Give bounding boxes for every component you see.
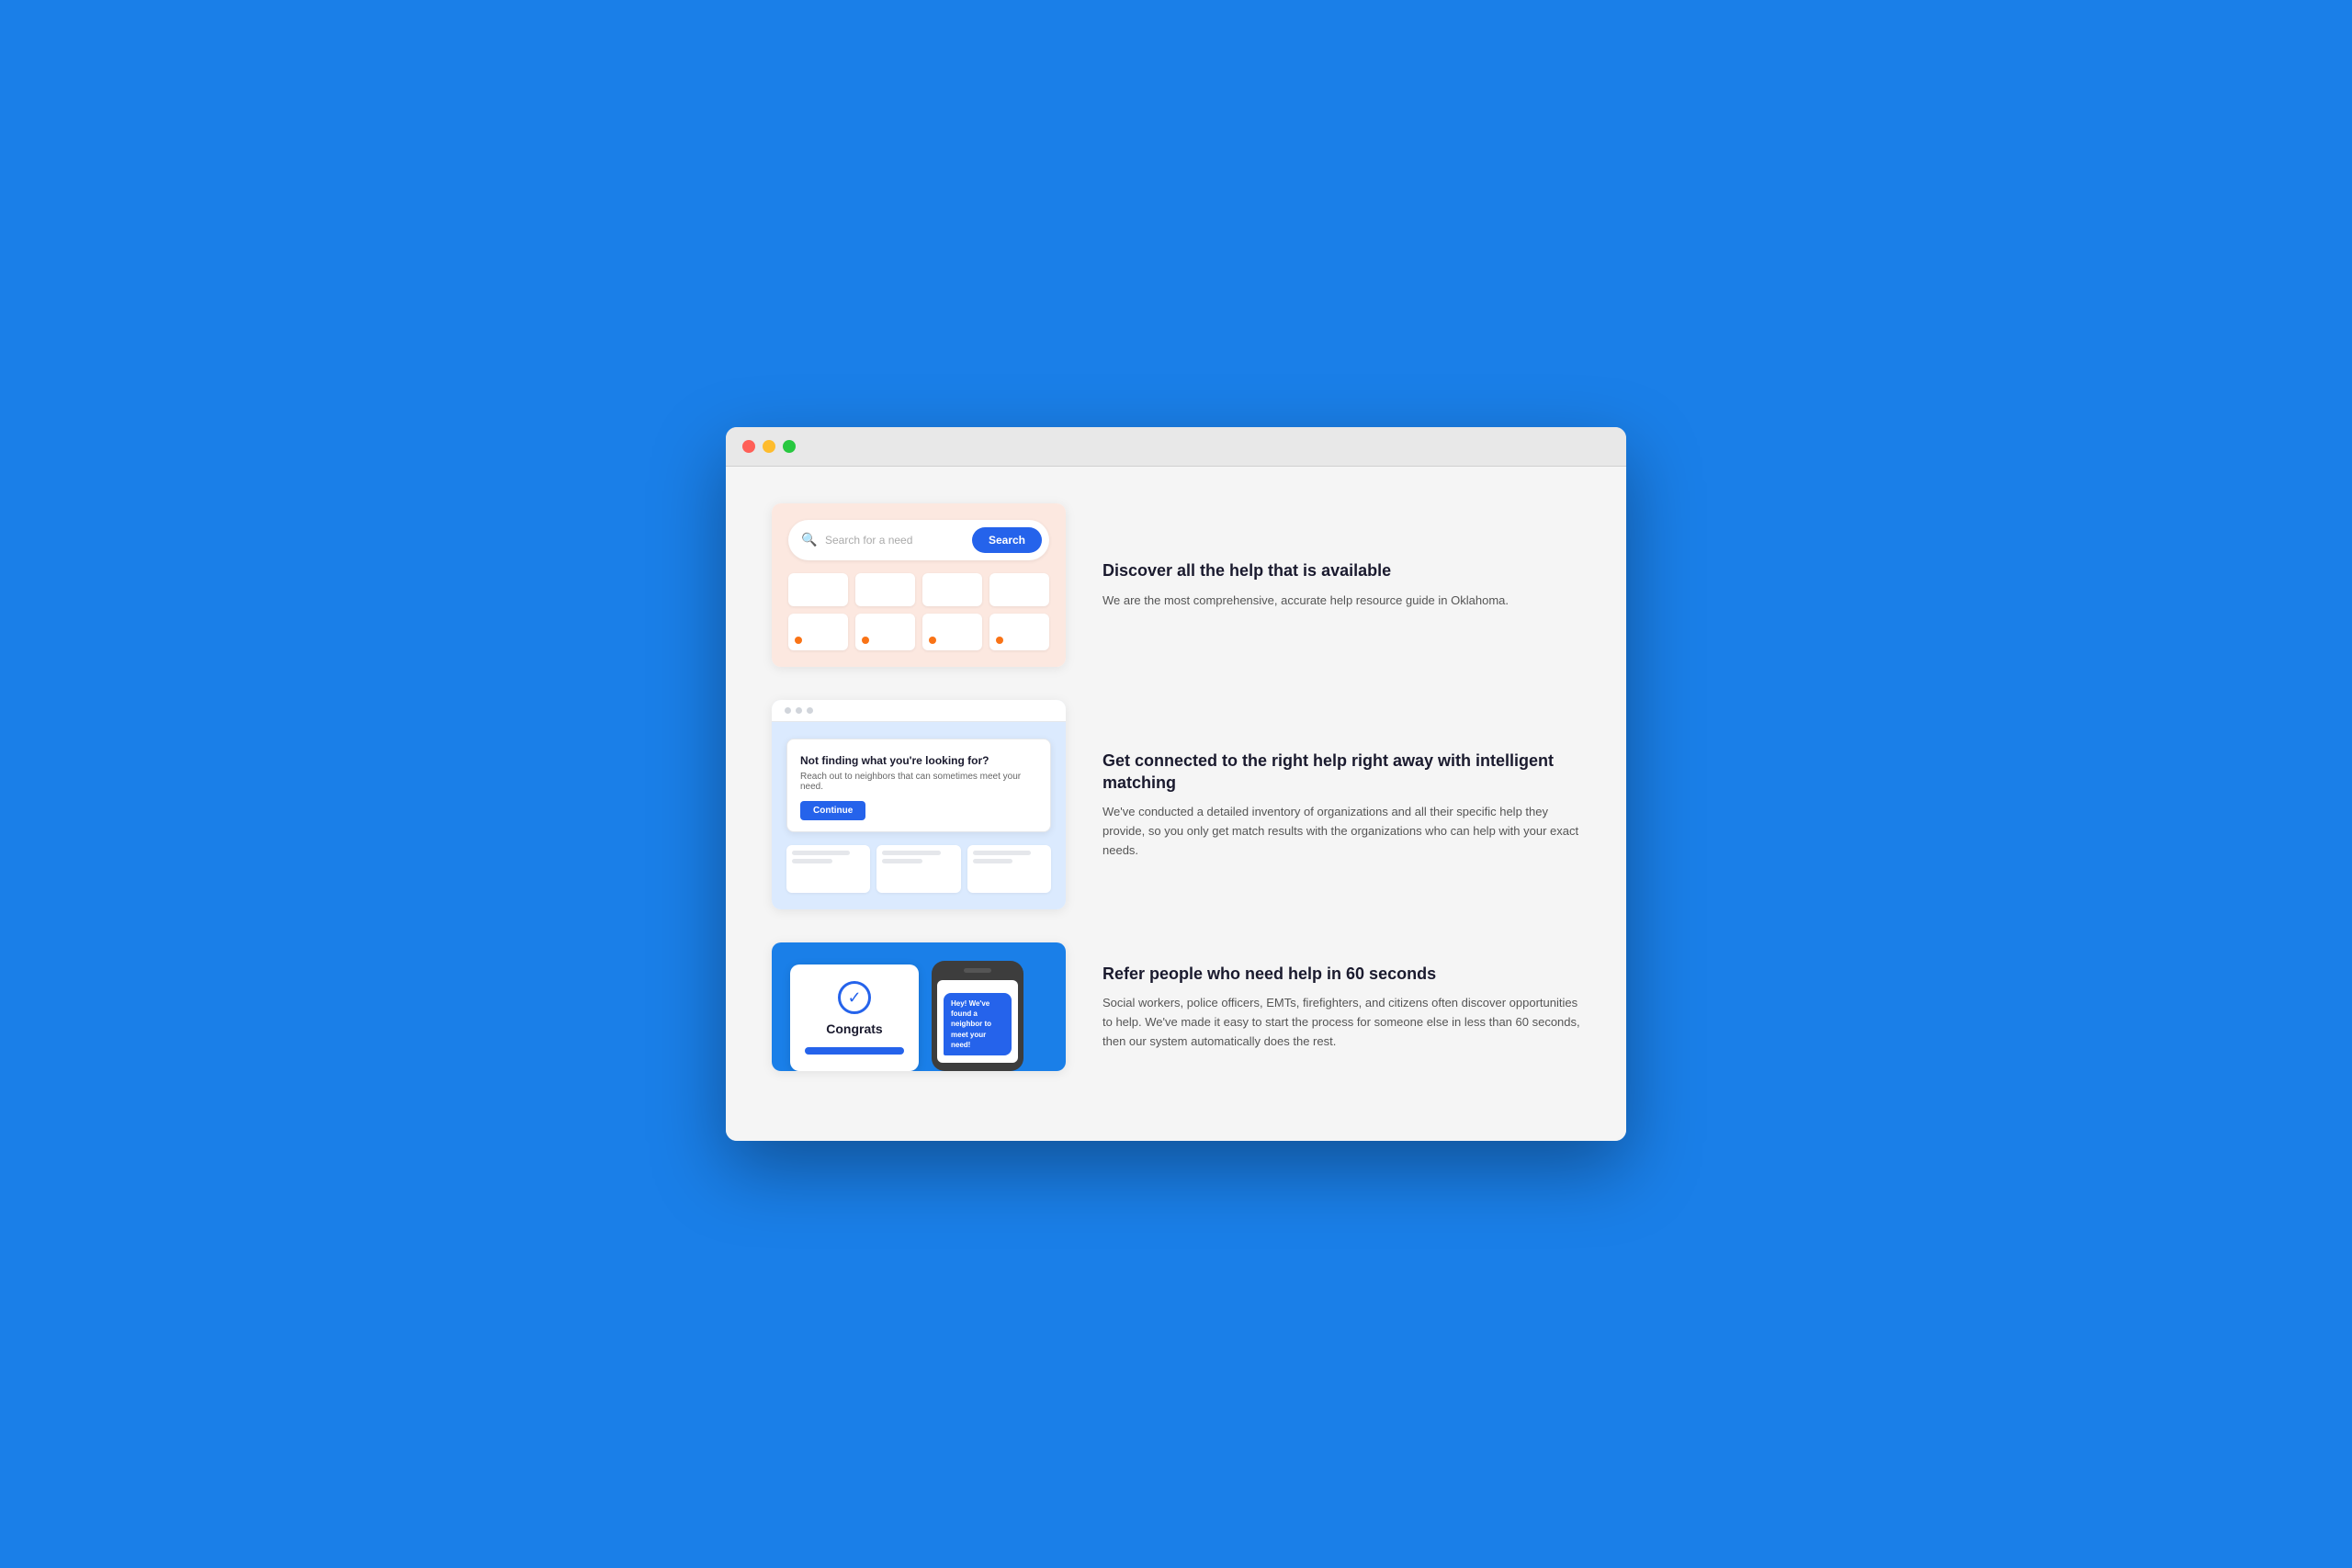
result-line	[973, 851, 1031, 855]
result-cards	[786, 845, 1051, 893]
category-card[interactable]	[788, 573, 848, 606]
phone-mockup: Hey! We've found a neighbor to meet your…	[932, 961, 1023, 1071]
feature-row-refer: ✓ Congrats Hey! We've found a neighbor t…	[772, 942, 1580, 1071]
chat-bubble: Hey! We've found a neighbor to meet your…	[944, 993, 1012, 1055]
check-icon: ✓	[838, 981, 871, 1014]
category-card-dot[interactable]	[788, 614, 848, 650]
refer-illustration: ✓ Congrats Hey! We've found a neighbor t…	[772, 942, 1066, 1071]
category-cards-top	[788, 573, 1049, 606]
category-card[interactable]	[989, 573, 1049, 606]
result-line	[882, 859, 922, 863]
search-illustration: 🔍 Search for a need Search	[772, 503, 1066, 667]
feature-row-search: 🔍 Search for a need Search	[772, 503, 1580, 667]
mini-dot	[785, 707, 791, 714]
category-card-dot[interactable]	[922, 614, 982, 650]
result-line	[973, 859, 1013, 863]
congrats-card: ✓ Congrats	[790, 964, 919, 1071]
feature-heading-refer: Refer people who need help in 60 seconds	[1102, 963, 1580, 985]
close-button[interactable]	[742, 440, 755, 453]
category-card-dot[interactable]	[855, 614, 915, 650]
result-card[interactable]	[876, 845, 960, 893]
feature-heading-search: Discover all the help that is available	[1102, 559, 1580, 581]
search-placeholder: Search for a need	[825, 534, 972, 547]
refer-illustration-inner: ✓ Congrats Hey! We've found a neighbor t…	[772, 942, 1066, 1071]
congrats-bar	[805, 1047, 904, 1055]
result-line	[792, 859, 832, 863]
modal-subtitle: Reach out to neighbors that can sometime…	[800, 772, 1037, 792]
feature-text-search: Discover all the help that is available …	[1102, 559, 1580, 610]
phone-notch	[964, 968, 991, 973]
page-content: 🔍 Search for a need Search	[726, 467, 1626, 1141]
search-bar: 🔍 Search for a need Search	[788, 520, 1049, 560]
feature-description-search: We are the most comprehensive, accurate …	[1102, 592, 1580, 611]
matching-illustration: Not finding what you're looking for? Rea…	[772, 700, 1066, 909]
browser-window: 🔍 Search for a need Search	[726, 427, 1626, 1141]
feature-row-matching: Not finding what you're looking for? Rea…	[772, 700, 1580, 909]
category-cards-bottom	[788, 614, 1049, 650]
search-icon: 🔍	[801, 532, 818, 548]
result-card[interactable]	[967, 845, 1051, 893]
mini-browser-bar	[772, 700, 1066, 722]
not-finding-modal: Not finding what you're looking for? Rea…	[786, 739, 1051, 832]
category-card[interactable]	[922, 573, 982, 606]
phone-body: Hey! We've found a neighbor to meet your…	[932, 961, 1023, 1071]
maximize-button[interactable]	[783, 440, 796, 453]
feature-description-matching: We've conducted a detailed inventory of …	[1102, 803, 1580, 860]
continue-button[interactable]: Continue	[800, 801, 865, 820]
browser-titlebar	[726, 427, 1626, 467]
feature-text-matching: Get connected to the right help right aw…	[1102, 750, 1580, 861]
phone-screen: Hey! We've found a neighbor to meet your…	[937, 980, 1018, 1063]
matching-illustration-inner: Not finding what you're looking for? Rea…	[772, 700, 1066, 909]
modal-title: Not finding what you're looking for?	[800, 754, 1037, 767]
minimize-button[interactable]	[763, 440, 775, 453]
mini-dot	[807, 707, 813, 714]
result-card[interactable]	[786, 845, 870, 893]
feature-heading-matching: Get connected to the right help right aw…	[1102, 750, 1580, 795]
search-button[interactable]: Search	[972, 527, 1042, 553]
congrats-label: Congrats	[826, 1021, 882, 1036]
feature-description-refer: Social workers, police officers, EMTs, f…	[1102, 994, 1580, 1051]
search-illustration-inner: 🔍 Search for a need Search	[772, 503, 1066, 667]
category-card-dot[interactable]	[989, 614, 1049, 650]
mini-dot	[796, 707, 802, 714]
feature-text-refer: Refer people who need help in 60 seconds…	[1102, 963, 1580, 1052]
refer-inner-content: ✓ Congrats Hey! We've found a neighbor t…	[772, 942, 1066, 1071]
matching-body: Not finding what you're looking for? Rea…	[772, 722, 1066, 909]
result-line	[792, 851, 850, 855]
category-card[interactable]	[855, 573, 915, 606]
result-line	[882, 851, 940, 855]
